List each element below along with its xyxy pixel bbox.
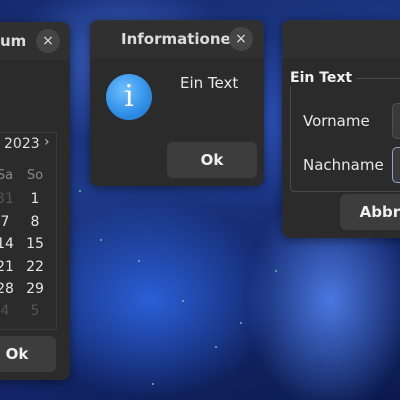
calendar-day[interactable]: 21 [0,259,18,275]
weekday-header: So [26,168,44,183]
weekday-header: Sa [0,168,14,183]
calendar-ok-button[interactable]: Ok [0,336,56,372]
calendar-day[interactable]: 14 [0,236,18,252]
name-form-dialog: Ein Text Vorname Nachname Abbre [282,20,400,238]
calendar-day[interactable]: 4 [0,303,18,319]
information-close-button[interactable]: × [229,27,253,51]
wallpaper-star [275,270,277,272]
calendar-titlebar: um × [0,22,70,60]
wallpaper-star [152,383,154,385]
name-groupbox [290,78,400,192]
name-form-titlebar [282,20,400,58]
calendar-day[interactable]: 5 [22,303,48,319]
information-dialog-title: Informationen [121,30,242,48]
wallpaper-star [240,322,242,324]
wallpaper-star [215,346,217,348]
wallpaper-star [138,260,140,262]
wallpaper-star [79,190,81,192]
calendar-day[interactable]: 28 [0,281,18,297]
information-titlebar: Informationen × [90,20,264,58]
calendar-dialog-title: um [0,32,27,50]
first-name-field[interactable] [392,103,400,139]
calendar-day[interactable]: 8 [22,214,48,230]
information-ok-button[interactable]: Ok [167,142,257,178]
calendar-day[interactable]: 31 [0,191,18,207]
calendar-day[interactable]: 22 [22,259,48,275]
information-message: Ein Text [180,74,239,92]
first-name-label: Vorname [303,112,370,130]
calendar-year[interactable]: 2023 [4,136,40,152]
chevron-right-icon[interactable]: › [44,134,50,150]
calendar-dialog: um × 2023 › Sa So 31 1 7 8 14 15 21 22 2… [0,22,70,380]
groupbox-title: Ein Text [290,70,357,86]
calendar-day[interactable]: 7 [0,214,18,230]
calendar-close-button[interactable]: × [36,29,60,53]
calendar-day[interactable]: 29 [22,281,48,297]
cancel-button[interactable]: Abbre [340,194,400,230]
calendar-grid: 2023 › Sa So 31 1 7 8 14 15 21 22 28 29 … [0,132,57,330]
wallpaper-star [182,300,184,302]
wallpaper-star [100,239,102,241]
calendar-day[interactable]: 15 [22,236,48,252]
last-name-label: Nachname [303,156,384,174]
last-name-field[interactable] [392,147,400,183]
info-icon: i [106,74,152,120]
calendar-day[interactable]: 1 [22,191,48,207]
information-dialog: Informationen × i Ein Text Ok [90,20,264,186]
